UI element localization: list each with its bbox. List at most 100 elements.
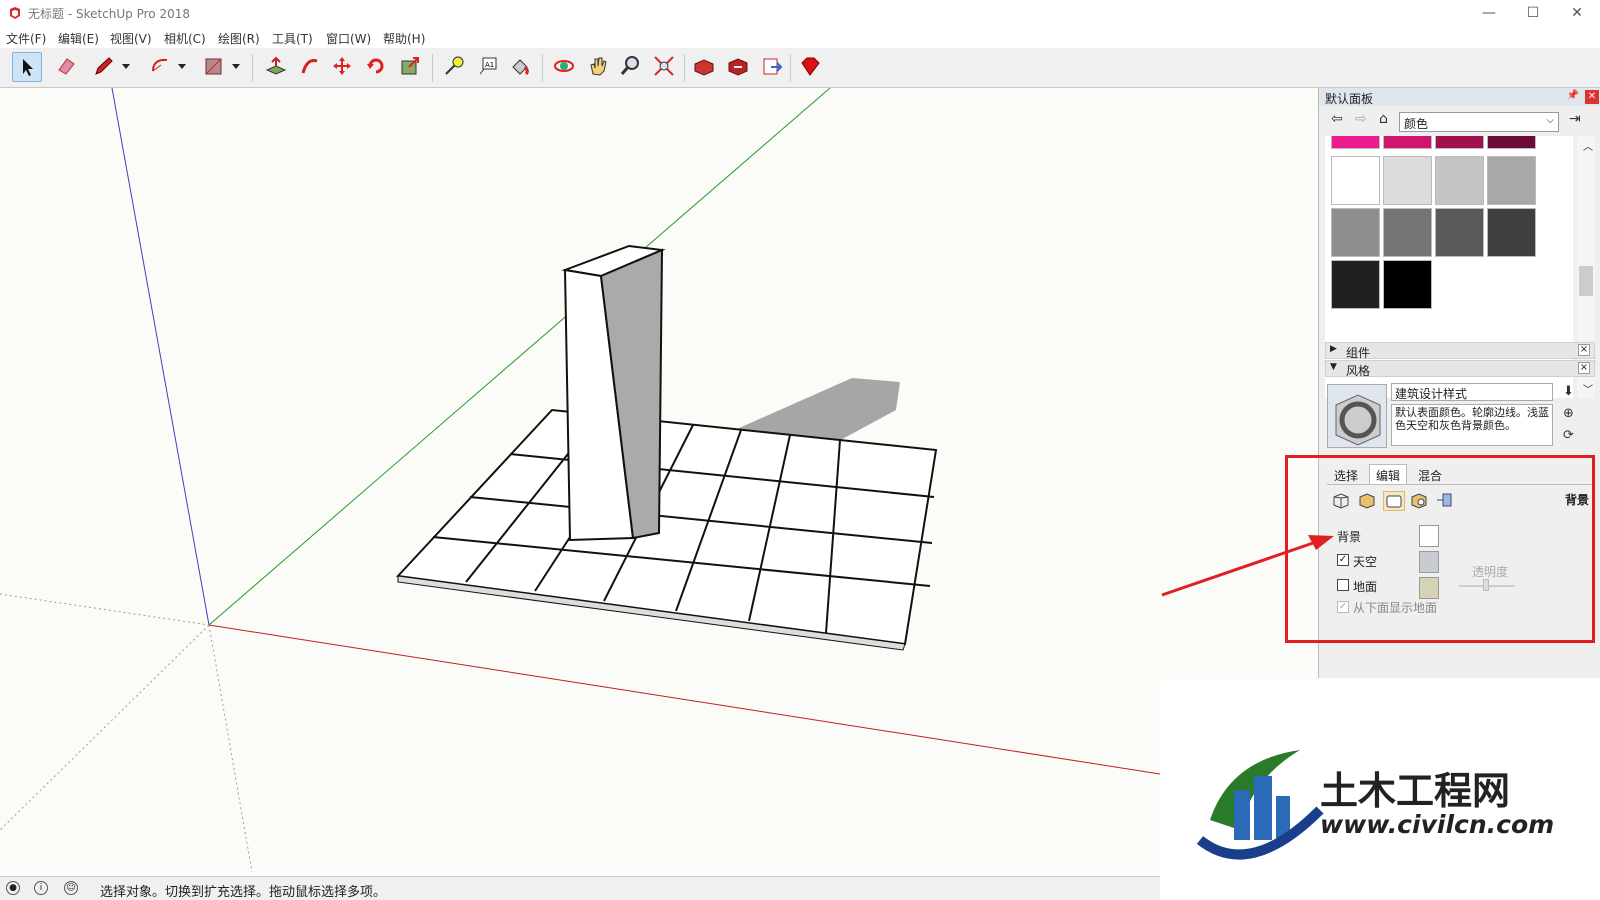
tray-header: 默认面板 📌 ✕ <box>1319 88 1600 106</box>
window-title: 无标题 - SketchUp Pro 2018 <box>28 7 190 21</box>
menu-file[interactable]: 文件(F) <box>6 30 46 47</box>
watermark-url: www.civilcn.com <box>1320 810 1555 839</box>
geo-location-icon[interactable]: ● <box>6 881 20 895</box>
close-icon[interactable]: × <box>1578 362 1590 374</box>
eraser-tool-icon[interactable] <box>52 52 82 82</box>
pin-icon[interactable]: 📌 <box>1567 90 1579 101</box>
push-pull-tool-icon[interactable] <box>262 52 292 82</box>
style-description-field[interactable]: 默认表面颜色。轮廓边线。浅蓝色天空和灰色背景颜色。 <box>1391 404 1553 446</box>
toolbar-separator <box>432 54 433 82</box>
zoom-tool-icon[interactable] <box>616 52 646 82</box>
send-to-layout-icon[interactable] <box>758 52 788 82</box>
material-swatch[interactable] <box>1383 156 1432 205</box>
close-button[interactable]: ✕ <box>1554 0 1600 26</box>
civil-logo-icon <box>1196 750 1324 860</box>
menu-edit[interactable]: 编辑(E) <box>58 30 99 47</box>
material-swatch[interactable] <box>1435 156 1484 205</box>
toolbar: A1 <box>0 48 1600 88</box>
material-swatch[interactable] <box>1435 136 1484 149</box>
menu-window[interactable]: 窗口(W) <box>326 30 371 47</box>
material-swatch[interactable] <box>1487 136 1536 149</box>
rectangle-tool-icon[interactable] <box>200 52 230 82</box>
column-box[interactable] <box>561 244 666 542</box>
material-swatch[interactable] <box>1487 208 1536 257</box>
save-style-icon[interactable]: ⬇ <box>1563 384 1574 399</box>
blue-axis-negative <box>208 624 253 872</box>
forward-arrow-icon[interactable]: ⇨ <box>1355 111 1367 127</box>
red-axis <box>208 624 1161 775</box>
menu-draw[interactable]: 绘图(R) <box>218 30 260 47</box>
move-tool-icon[interactable] <box>328 52 358 82</box>
styles-label: 风格 <box>1346 364 1371 378</box>
orbit-tool-icon[interactable] <box>550 52 580 82</box>
menu-help[interactable]: 帮助(H) <box>383 30 425 47</box>
svg-text:A1: A1 <box>485 61 494 69</box>
3d-warehouse-icon[interactable] <box>690 52 720 82</box>
material-swatch[interactable] <box>1331 260 1380 309</box>
toolbar-separator <box>252 54 253 82</box>
title-bar: 无标题 - SketchUp Pro 2018 — ☐ ✕ <box>0 0 1600 26</box>
watermark-logo: 土木工程网 www.civilcn.com <box>1160 680 1600 900</box>
material-swatch[interactable] <box>1331 136 1380 149</box>
paint-bucket-tool-icon[interactable] <box>506 52 536 82</box>
tray-close-icon[interactable]: ✕ <box>1585 90 1599 104</box>
close-icon[interactable]: × <box>1578 344 1590 356</box>
text-tool-icon[interactable]: A1 <box>474 52 504 82</box>
material-swatch[interactable] <box>1487 156 1536 205</box>
toolbar-separator <box>790 54 791 82</box>
home-icon[interactable]: ⌂ <box>1379 111 1388 127</box>
sketchup-logo-icon <box>10 7 20 19</box>
rectangle-dropdown-icon[interactable] <box>228 52 244 82</box>
style-thumbnail <box>1327 384 1387 448</box>
material-collection-select[interactable]: 颜色 ⌵ <box>1399 112 1559 132</box>
create-style-icon[interactable]: ⊕ <box>1563 406 1574 421</box>
rotate-tool-icon[interactable] <box>362 52 392 82</box>
collapse-arrow-icon: ▼ <box>1330 362 1337 372</box>
tray-title: 默认面板 <box>1325 92 1374 106</box>
back-arrow-icon[interactable]: ⇦ <box>1331 111 1343 127</box>
material-swatch[interactable] <box>1383 136 1432 149</box>
follow-me-tool-icon[interactable] <box>296 52 326 82</box>
ruby-console-icon[interactable] <box>796 52 826 82</box>
components-group-header[interactable]: ▶ 组件 × <box>1325 342 1595 360</box>
select-tool-icon[interactable] <box>12 52 42 82</box>
menu-tools[interactable]: 工具(T) <box>272 30 313 47</box>
blue-axis <box>111 88 210 626</box>
styles-group-header[interactable]: ▼ 风格 × <box>1325 360 1595 378</box>
info-icon[interactable]: i <box>34 881 48 895</box>
minimize-button[interactable]: — <box>1466 0 1512 26</box>
red-axis-negative <box>0 593 210 626</box>
scroll-down-icon[interactable]: ﹀ <box>1583 381 1593 396</box>
menu-camera[interactable]: 相机(C) <box>164 30 206 47</box>
material-collection-value: 颜色 <box>1404 117 1429 131</box>
update-style-icon[interactable]: ⟳ <box>1563 428 1574 443</box>
arc-tool-icon[interactable] <box>146 52 176 82</box>
components-label: 组件 <box>1346 346 1371 360</box>
material-swatch[interactable] <box>1383 260 1432 309</box>
tape-measure-tool-icon[interactable] <box>440 52 470 82</box>
scroll-up-icon[interactable]: ︿ <box>1583 138 1593 153</box>
arc-dropdown-icon[interactable] <box>174 52 190 82</box>
material-swatch[interactable] <box>1435 208 1484 257</box>
user-icon[interactable]: ☺ <box>64 881 78 895</box>
scale-tool-icon[interactable] <box>396 52 426 82</box>
pencil-tool-icon[interactable] <box>90 52 120 82</box>
maximize-button[interactable]: ☐ <box>1510 0 1556 26</box>
model-viewport[interactable] <box>0 88 1318 872</box>
pencil-dropdown-icon[interactable] <box>118 52 134 82</box>
zoom-extents-tool-icon[interactable] <box>650 52 680 82</box>
green-axis-negative <box>0 624 210 831</box>
details-arrow-icon[interactable]: ⇥ <box>1569 111 1581 127</box>
expand-arrow-icon: ▶ <box>1330 344 1337 354</box>
material-swatch[interactable] <box>1331 208 1380 257</box>
style-name-field[interactable]: 建筑设计样式 <box>1391 383 1553 401</box>
scroll-thumb[interactable] <box>1579 266 1593 296</box>
floor-grid <box>395 408 938 651</box>
chevron-down-icon: ⌵ <box>1546 115 1554 126</box>
extension-warehouse-icon[interactable] <box>724 52 754 82</box>
menu-view[interactable]: 视图(V) <box>110 30 152 47</box>
material-swatch[interactable] <box>1383 208 1432 257</box>
pan-tool-icon[interactable] <box>584 52 614 82</box>
menu-bar: 文件(F) 编辑(E) 视图(V) 相机(C) 绘图(R) 工具(T) 窗口(W… <box>0 26 1600 48</box>
material-swatch[interactable] <box>1331 156 1380 205</box>
